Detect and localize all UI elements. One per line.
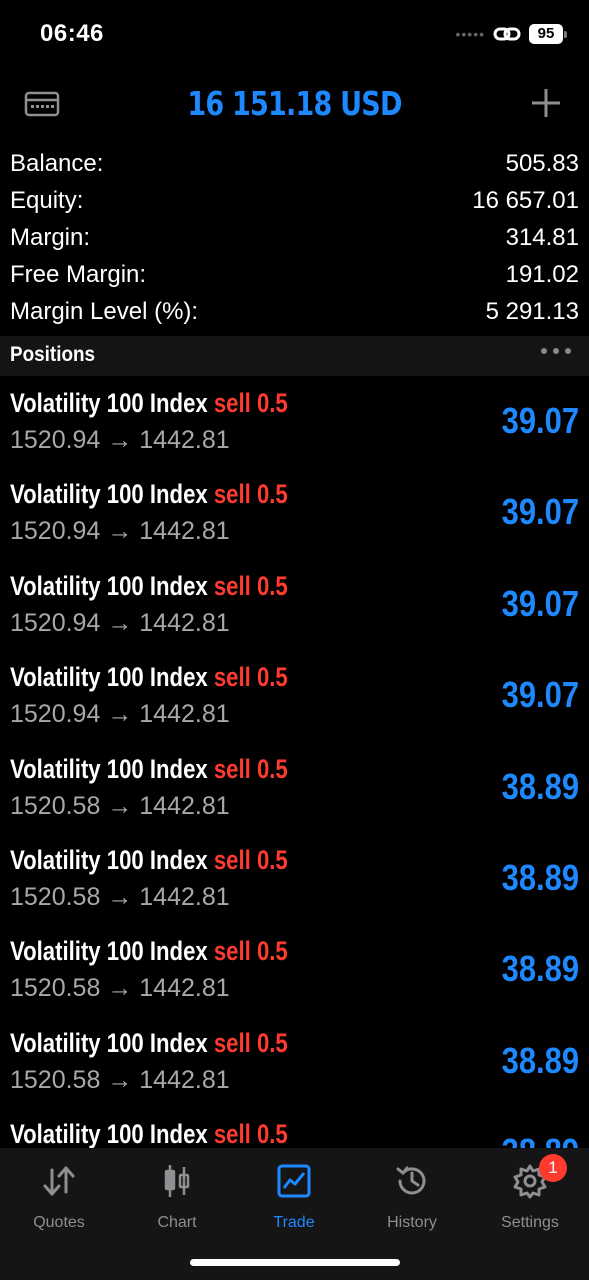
summary-label: Margin Level (%):: [10, 298, 199, 325]
summary-value: 505.83: [505, 150, 579, 177]
position-symbol: Volatility 100 Index: [10, 479, 208, 510]
position-side: sell 0.5: [213, 936, 288, 967]
position-row[interactable]: Volatility 100 Index sell 0.5 1520.94 → …: [0, 563, 589, 654]
trade-chart-icon: [235, 1162, 353, 1200]
tab-settings[interactable]: 1 Settings: [471, 1154, 589, 1232]
positions-section-header: Positions: [0, 336, 589, 376]
summary-value: 191.02: [505, 261, 579, 288]
position-profit: 38.89: [502, 1131, 579, 1148]
position-row[interactable]: Volatility 100 Index sell 0.5 1520.94 → …: [0, 380, 589, 471]
position-prices: 1520.58 → 1442.81: [10, 791, 230, 820]
position-row[interactable]: Volatility 100 Index sell 0.5 1520.58 → …: [0, 746, 589, 837]
tab-chart[interactable]: Chart: [118, 1162, 236, 1232]
position-prices: 1520.58 → 1442.81: [10, 882, 230, 911]
battery-level: 95: [529, 24, 563, 44]
notification-badge: 1: [539, 1154, 567, 1182]
position-side: sell 0.5: [213, 1119, 288, 1148]
position-profit: 39.07: [501, 674, 579, 716]
status-time: 06:46: [40, 20, 104, 47]
tab-history[interactable]: History: [353, 1162, 471, 1232]
summary-row-balance: Balance: 505.83: [10, 145, 579, 182]
summary-label: Free Margin:: [10, 261, 147, 288]
position-side: sell 0.5: [213, 570, 288, 601]
position-side: sell 0.5: [213, 753, 288, 784]
header: 16 151.18 USD: [0, 72, 589, 136]
position-side: sell 0.5: [213, 662, 288, 693]
position-prices: 1520.94 → 1442.81: [10, 608, 230, 637]
tab-label: Chart: [157, 1214, 197, 1231]
status-bar: 06:46 ••••• 95: [0, 0, 589, 72]
position-row[interactable]: Volatility 100 Index sell 0.5 1520.58 → …: [0, 928, 589, 1019]
position-row[interactable]: Volatility 100 Index sell 0.5 1520.94 → …: [0, 654, 589, 745]
position-row[interactable]: Volatility 100 Index sell 0.5 1520.58 → …: [0, 837, 589, 928]
position-symbol: Volatility 100 Index: [10, 753, 208, 784]
position-symbol: Volatility 100 Index: [10, 844, 208, 875]
tab-label: Settings: [501, 1214, 559, 1231]
tab-label: History: [387, 1214, 437, 1231]
new-order-plus-icon[interactable]: [529, 86, 563, 125]
position-row[interactable]: Volatility 100 Index sell 0.5 38.89: [0, 1111, 589, 1148]
position-side: sell 0.5: [213, 479, 288, 510]
positions-list: Volatility 100 Index sell 0.5 1520.94 → …: [0, 380, 589, 1148]
position-side: sell 0.5: [213, 388, 288, 418]
position-symbol: Volatility 100 Index: [10, 388, 208, 418]
position-prices: 1520.94 → 1442.81: [10, 700, 230, 729]
position-prices: 1520.94 → 1442.81: [10, 426, 230, 454]
position-symbol: Volatility 100 Index: [10, 570, 208, 601]
position-side: sell 0.5: [213, 1027, 288, 1058]
summary-value: 5 291.13: [485, 298, 579, 325]
position-profit: 38.89: [501, 765, 579, 807]
position-profit: 38.89: [501, 948, 579, 990]
position-prices: 1520.94 → 1442.81: [10, 517, 230, 546]
position-row[interactable]: Volatility 100 Index sell 0.5 1520.94 → …: [0, 471, 589, 562]
position-profit: 39.07: [501, 491, 579, 533]
status-icons: ••••• 95: [455, 24, 567, 44]
summary-value: 16 657.01: [472, 187, 579, 214]
position-side: sell 0.5: [213, 844, 288, 875]
tab-quotes[interactable]: Quotes: [0, 1162, 118, 1232]
battery-icon: 95: [529, 24, 567, 44]
summary-value: 314.81: [505, 224, 579, 251]
more-options-icon[interactable]: [541, 348, 571, 354]
summary-row-margin: Margin: 314.81: [10, 219, 579, 256]
tab-label: Quotes: [33, 1214, 85, 1231]
home-indicator[interactable]: [190, 1259, 400, 1266]
position-profit: 38.89: [501, 856, 579, 898]
position-profit: 39.07: [501, 400, 579, 441]
position-profit: 39.07: [501, 582, 579, 624]
summary-row-margin-level: Margin Level (%): 5 291.13: [10, 293, 579, 330]
position-symbol: Volatility 100 Index: [10, 1119, 208, 1148]
tab-label: Trade: [273, 1214, 315, 1231]
position-row[interactable]: Volatility 100 Index sell 0.5 1520.58 → …: [0, 1020, 589, 1111]
position-prices: 1520.58 → 1442.81: [10, 1065, 230, 1094]
summary-label: Balance:: [10, 150, 104, 177]
summary-label: Margin:: [10, 224, 91, 251]
position-symbol: Volatility 100 Index: [10, 936, 208, 967]
position-symbol: Volatility 100 Index: [10, 662, 208, 693]
account-summary: Balance: 505.83 Equity: 16 657.01 Margin…: [10, 145, 579, 330]
position-profit: 38.89: [501, 1039, 579, 1081]
account-balance-title: 16 151.18 USD: [187, 84, 402, 123]
candlestick-icon: [118, 1162, 236, 1200]
history-clock-icon: [353, 1162, 471, 1200]
position-symbol: Volatility 100 Index: [10, 1027, 208, 1058]
gear-icon: 1: [471, 1154, 589, 1200]
positions-title: Positions: [10, 343, 96, 366]
quotes-arrows-icon: [0, 1162, 118, 1200]
summary-row-free-margin: Free Margin: 191.02: [10, 256, 579, 293]
summary-row-equity: Equity: 16 657.01: [10, 182, 579, 219]
summary-label: Equity:: [10, 187, 84, 214]
signal-dots-icon: •••••: [455, 26, 485, 42]
position-prices: 1520.58 → 1442.81: [10, 974, 230, 1003]
link-icon: [493, 24, 521, 44]
tab-trade[interactable]: Trade: [235, 1162, 353, 1232]
